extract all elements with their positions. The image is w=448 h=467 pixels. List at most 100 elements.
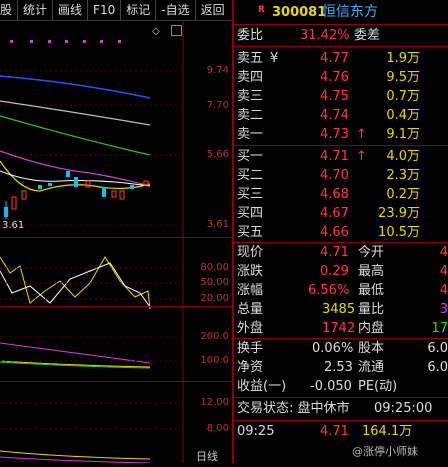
tick-time: 09:25: [237, 424, 275, 439]
float-shares-value: 6.0: [427, 360, 448, 375]
margin-badge: R: [258, 5, 265, 15]
ask-row[interactable]: 卖五 ¥ 4.77 1.9万: [234, 49, 448, 68]
ask-price: 4.75: [320, 89, 349, 104]
bid-volume: 0.2万: [386, 187, 420, 202]
quote-label: 外盘: [237, 321, 264, 336]
ask-volume: 0.4万: [386, 108, 420, 123]
low-price-label: 3.61: [2, 220, 25, 231]
tick-volume: 164.1万: [362, 424, 413, 439]
up-arrow-icon: ↑: [356, 127, 367, 142]
order-ratio-label: 委比: [237, 28, 264, 43]
chevron-down-icon[interactable]: ◇: [152, 26, 160, 37]
fund-label: 净资: [237, 360, 264, 375]
bid-price: 4.70: [320, 168, 349, 183]
status-separator: [234, 420, 448, 421]
kline-chart-area[interactable]: ◇ 9.74 7.70 5.66 3.61 3.61 80.00 50.00 2…: [0, 21, 232, 464]
toolbar-stats-button[interactable]: 统计: [18, 0, 54, 20]
panel-toggle-icon[interactable]: [171, 25, 182, 36]
chart-marker-dots: [10, 40, 121, 43]
bid-row[interactable]: 买三 4.68 0.2万: [234, 185, 448, 204]
quote-row: 涨跌 0.29 最高 4: [234, 262, 448, 281]
fund-label: 收益(一): [237, 379, 287, 394]
bid-price: 4.68: [320, 187, 349, 202]
ask-volume: 0.7万: [386, 89, 420, 104]
ask-row[interactable]: 卖一 4.73 ↑ 9.1万: [234, 125, 448, 144]
ask-price: 4.73: [320, 127, 349, 142]
price-gridlines: [0, 70, 180, 226]
header-separator: [234, 24, 448, 25]
open-price-value: 4: [439, 245, 448, 260]
book-separator: [234, 145, 448, 146]
quote-label: 最低: [358, 283, 385, 298]
fund-label: 股本: [358, 341, 385, 356]
ask-volume: 9.5万: [386, 70, 420, 85]
ma-blue-line: [0, 75, 151, 99]
turnover-value: 0.06%: [312, 341, 354, 356]
quote-label: 涨跌: [237, 264, 264, 279]
order-ratio-row: 委比 31.42% 委差: [234, 26, 448, 45]
indicator3-axis-label: 8.00: [206, 423, 229, 434]
ask-label: 卖四: [237, 70, 264, 85]
indicator1-gridlines: [0, 267, 180, 300]
share-capital-value: 6.0: [427, 341, 448, 356]
last-price-value: 4.71: [320, 245, 349, 260]
price-axis-label: 7.70: [206, 100, 229, 111]
ask-row[interactable]: 卖四 4.76 9.5万: [234, 68, 448, 87]
change-value: 0.29: [320, 264, 349, 279]
bid-label: 买五: [237, 225, 264, 240]
bid-row[interactable]: 买一 4.71 ↑ 4.0万: [234, 147, 448, 166]
toolbar-remove-watchlist-button[interactable]: -自选: [156, 0, 196, 20]
price-axis-label: 5.66: [206, 149, 229, 160]
toolbar-f10-button[interactable]: F10: [88, 0, 122, 20]
bid-row[interactable]: 买二 4.70 2.3万: [234, 166, 448, 185]
order-ratio-value: 31.42%: [300, 28, 350, 43]
tick-price: 4.71: [320, 424, 349, 439]
bid-price: 4.71: [320, 149, 349, 164]
toolbar-draw-line-button[interactable]: 画线: [53, 0, 89, 20]
panel-separator-2: [0, 306, 232, 307]
period-label[interactable]: 日线: [196, 448, 218, 464]
bid-row[interactable]: 买四 4.67 23.9万: [234, 204, 448, 223]
tick-row[interactable]: 09:25 4.71 164.1万: [234, 422, 448, 441]
quote-label: 今开: [358, 245, 385, 260]
ask-volume: 9.1万: [386, 127, 420, 142]
quote-row: 外盘 1742 内盘 17: [234, 319, 448, 338]
ask-row[interactable]: 卖三 4.75 0.7万: [234, 87, 448, 106]
indicator1-white-line: [0, 262, 151, 308]
trade-status-row: 交易状态: 盘中休市 09:25:00: [234, 399, 448, 418]
bid-volume: 23.9万: [378, 206, 420, 221]
ask-price: 4.74: [320, 108, 349, 123]
toolbar-mark-button[interactable]: 标记: [121, 0, 157, 20]
indicator3-axis-label: 12.00: [200, 397, 229, 408]
eps-value: -0.050: [310, 379, 352, 394]
change-pct-value: 6.56%: [308, 283, 350, 298]
stock-code: 300081: [272, 5, 327, 20]
indicator2-magenta-line: [0, 342, 151, 364]
bid-label: 买四: [237, 206, 264, 221]
indicator3-magenta-line: [0, 456, 151, 464]
quote-panel: R 300081 恒信东方 委比 31.42% 委差 卖五 ¥ 4.77 1.9…: [234, 0, 448, 463]
volume-ratio-value: 3: [439, 302, 448, 317]
up-arrow-icon: ↑: [356, 149, 367, 164]
fund-row: 收益(一) -0.050 PE(动): [234, 377, 448, 396]
indicator2-gridlines: [0, 336, 180, 362]
net-asset-value: 2.53: [324, 360, 353, 375]
panel-separator-1: [0, 237, 232, 238]
indicator2-axis-label: 200.0: [200, 331, 229, 342]
indicator3-gridlines: [0, 402, 180, 430]
toolbar-stock-button[interactable]: 股: [0, 0, 19, 20]
bid-price: 4.67: [320, 206, 349, 221]
ask-label: 卖一: [237, 127, 264, 142]
fund-row: 换手 0.06% 股本 6.0: [234, 339, 448, 358]
ma-green-line: [0, 115, 151, 156]
yen-icon: ¥: [270, 51, 279, 66]
toolbar-back-button[interactable]: 返回: [196, 0, 230, 20]
stock-header: R 300081 恒信东方: [234, 3, 448, 22]
chart-toolbar: 股 统计 画线 F10 标记 -自选 返回: [0, 0, 232, 21]
ask-row[interactable]: 卖二 4.74 0.4万: [234, 106, 448, 125]
bid-row[interactable]: 买五 4.66 10.5万: [234, 223, 448, 242]
low-price-value: 4: [439, 283, 448, 298]
quote-label: 最高: [358, 264, 385, 279]
stock-name: 恒信东方: [322, 4, 378, 20]
bid-volume: 10.5万: [378, 225, 420, 240]
